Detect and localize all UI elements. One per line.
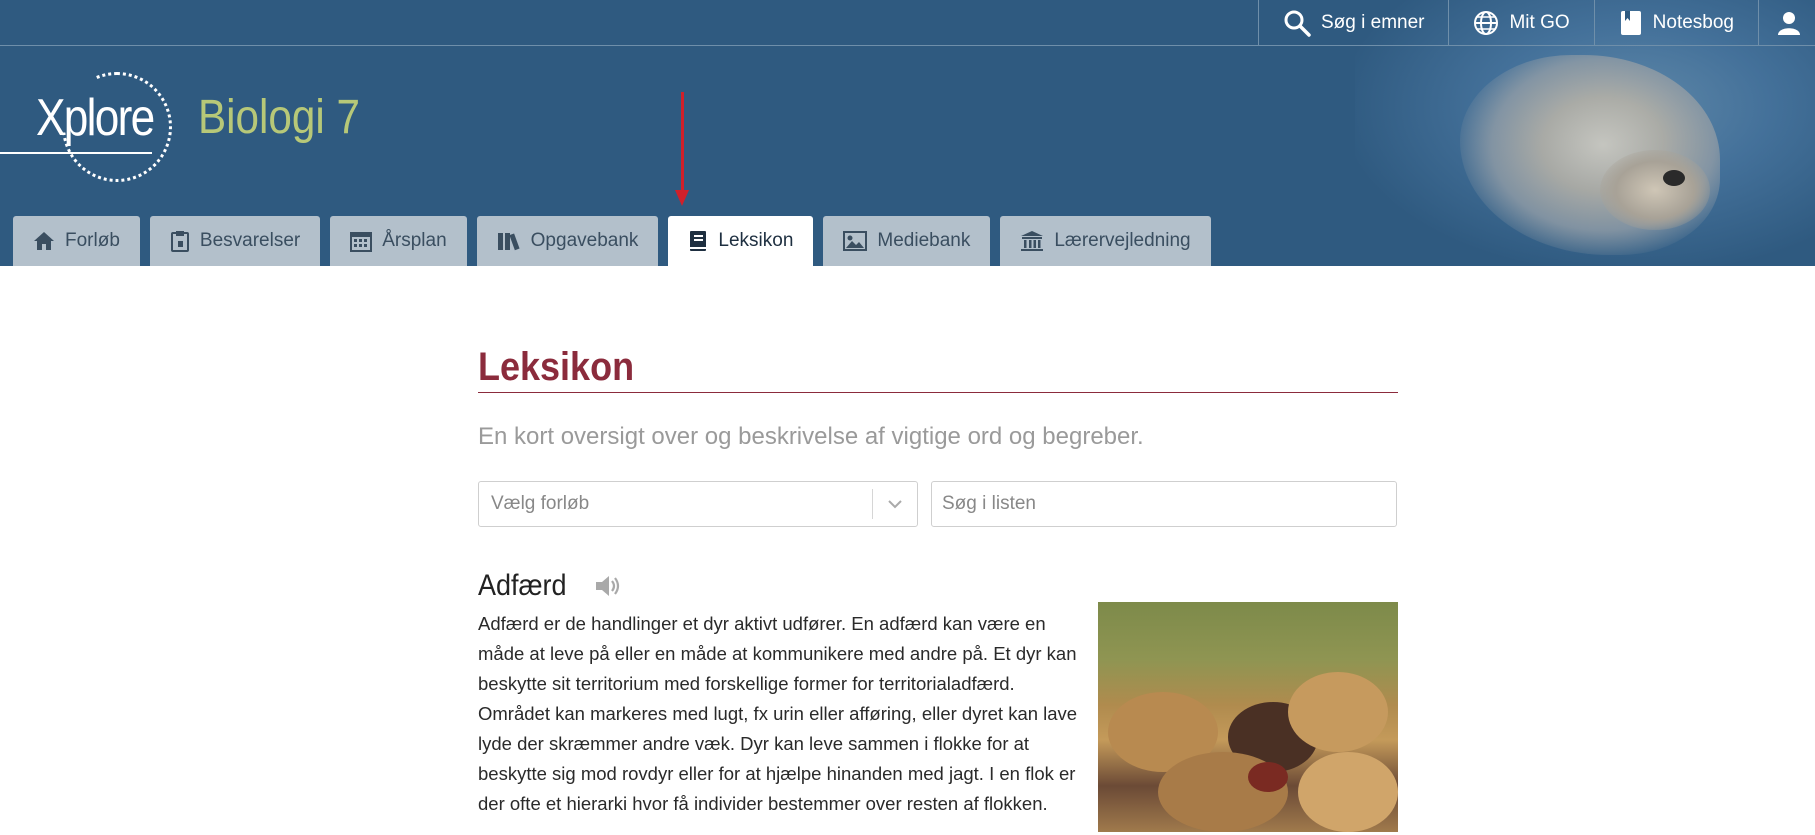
calendar-icon	[350, 232, 373, 252]
user-button[interactable]	[1758, 0, 1815, 45]
xplore-logo[interactable]: Xplore	[0, 70, 180, 185]
notebook-button[interactable]: Notesbog	[1593, 0, 1758, 45]
library-icon	[497, 233, 520, 251]
mit-go-button[interactable]: Mit GO	[1448, 0, 1593, 45]
search-topics-button[interactable]: Søg i emner	[1258, 0, 1448, 45]
course-select[interactable]: Vælg forløb	[478, 481, 918, 527]
annotation-arrow-head	[675, 190, 689, 206]
home-icon	[34, 232, 54, 250]
lexicon-entry: Adfærd Adfærd er de handlinger et dyr ak…	[478, 569, 1398, 832]
tab-label: Årsplan	[382, 230, 447, 251]
image-icon	[843, 231, 868, 251]
logo-text: Xplore	[36, 89, 155, 147]
main-content: Leksikon En kort oversigt over og beskri…	[478, 345, 1398, 832]
tab-besvarelser[interactable]: Besvarelser	[149, 216, 321, 266]
logo-underline	[0, 152, 152, 154]
entry-title: Adfærd	[478, 569, 567, 602]
search-topics-label: Søg i emner	[1321, 11, 1425, 33]
institution-icon	[1021, 231, 1044, 251]
tab-label: Besvarelser	[199, 230, 301, 251]
chevron-down-icon[interactable]	[873, 499, 917, 509]
speaker-icon[interactable]	[594, 573, 622, 599]
tab-label: Mediebank	[877, 230, 971, 251]
course-select-value: Vælg forløb	[491, 493, 590, 514]
filter-controls: Vælg forløb	[478, 481, 1398, 527]
entry-text: Adfærd er de handlinger et dyr aktivt ud…	[478, 613, 1078, 814]
top-bar: Søg i emner Mit GO Notesbog	[0, 0, 1815, 46]
page-title-container: Leksikon	[478, 345, 1398, 393]
clipboard-icon	[170, 231, 189, 252]
tab-label: Leksikon	[718, 230, 794, 251]
book-icon	[690, 231, 707, 251]
app-title: Biologi 7	[198, 91, 361, 144]
top-nav: Søg i emner Mit GO Notesbog	[1258, 0, 1815, 45]
tab-mediebank[interactable]: Mediebank	[823, 216, 991, 266]
tab-laerervejledning[interactable]: Lærervejledning	[1000, 216, 1211, 266]
tab-opgavebank[interactable]: Opgavebank	[476, 216, 659, 266]
entry-header: Adfærd	[478, 569, 1398, 603]
tab-arsplan[interactable]: Årsplan	[330, 216, 467, 266]
tab-label: Forløb	[65, 230, 120, 251]
polar-bear-nose	[1663, 170, 1685, 186]
tab-label: Lærervejledning	[1054, 230, 1191, 251]
site-header: Søg i emner Mit GO Notesbog Xplore Biolo…	[0, 0, 1815, 266]
lions-feeding-image	[1098, 602, 1398, 832]
annotation-arrow-shaft	[681, 92, 684, 192]
page-title: Leksikon	[478, 345, 635, 389]
user-icon	[1778, 11, 1800, 35]
tab-forlob[interactable]: Forløb	[13, 216, 140, 266]
search-icon	[1284, 10, 1311, 37]
tab-label: Opgavebank	[530, 230, 639, 251]
polar-bear-snout	[1600, 150, 1710, 230]
page-subtitle: En kort oversigt over og beskrivelse af …	[478, 423, 1144, 450]
globe-icon	[1474, 10, 1499, 35]
tab-leksikon[interactable]: Leksikon	[668, 216, 814, 266]
notebook-icon	[1620, 10, 1641, 35]
mit-go-label: Mit GO	[1509, 11, 1570, 33]
notebook-label: Notesbog	[1652, 11, 1734, 33]
main-tabs: Forløb Besvarelser Årsplan Opgavebank Le…	[13, 216, 1211, 266]
list-search-input[interactable]	[931, 481, 1397, 527]
